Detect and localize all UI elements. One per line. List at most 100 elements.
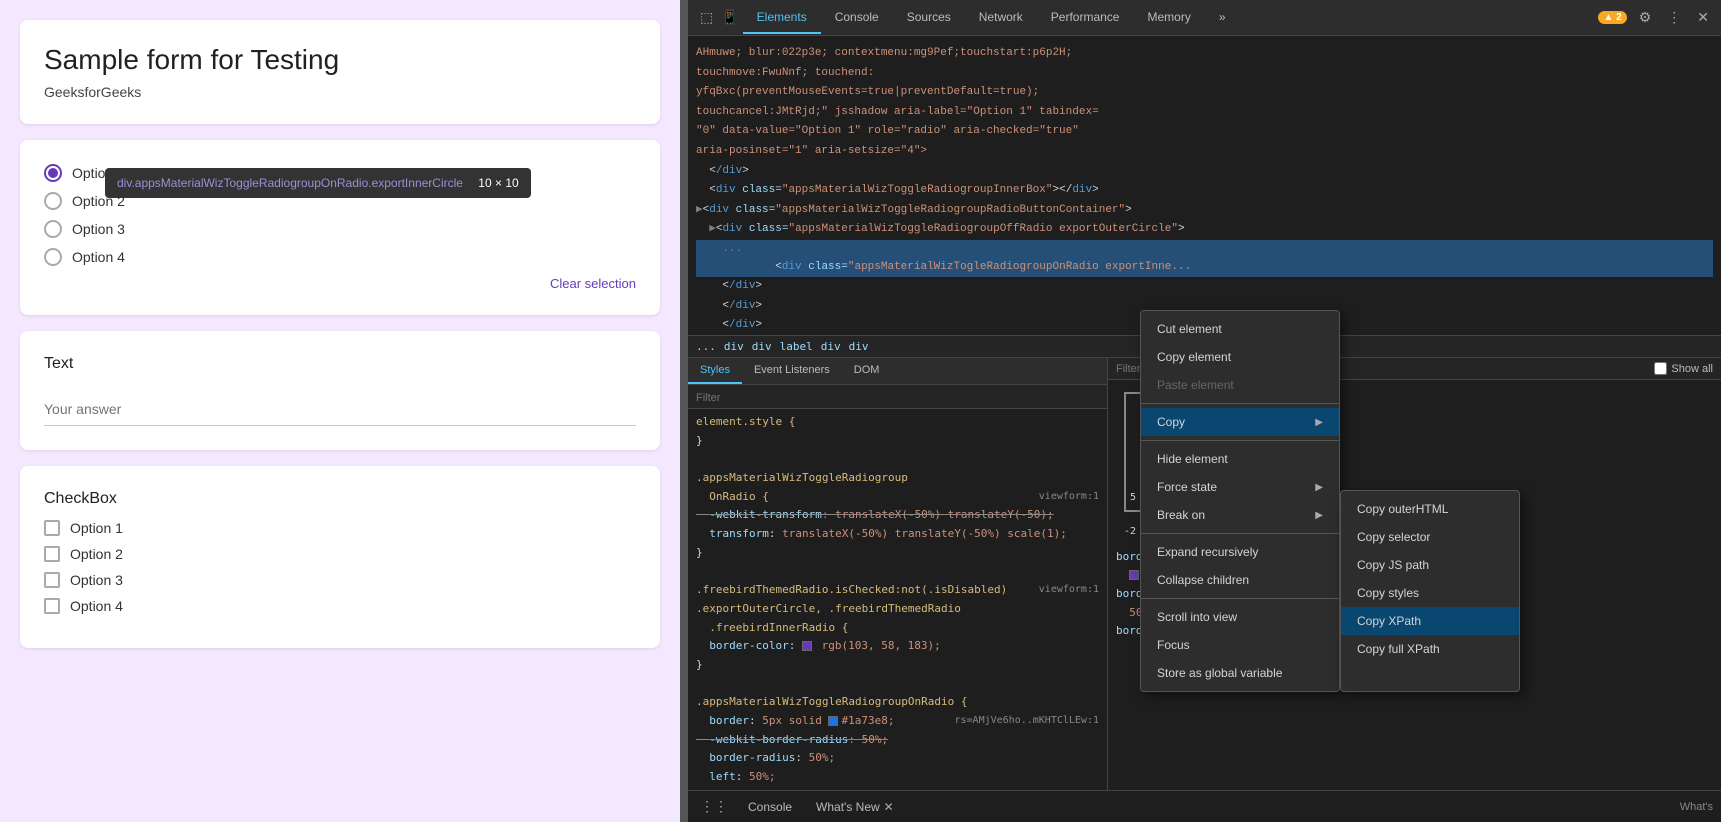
styles-tab-dom[interactable]: DOM bbox=[842, 358, 892, 384]
menu-copy-js-path[interactable]: Copy JS path bbox=[1341, 551, 1519, 579]
menu-copy-styles[interactable]: Copy styles bbox=[1341, 579, 1519, 607]
submenu-arrow-break: ▶ bbox=[1315, 510, 1323, 521]
color-swatch-prop bbox=[1129, 570, 1139, 580]
tab-memory[interactable]: Memory bbox=[1133, 2, 1204, 34]
html-line: yfqBxc(preventMouseEvents=true|preventDe… bbox=[696, 83, 1713, 103]
main-context-menu: Cut element Copy element Paste element C… bbox=[1140, 310, 1340, 692]
menu-copy[interactable]: Copy ▶ bbox=[1141, 408, 1339, 436]
menu-hide-element[interactable]: Hide element bbox=[1141, 445, 1339, 473]
breadcrumb-label[interactable]: label bbox=[780, 340, 813, 353]
breadcrumb-div-2[interactable]: div bbox=[752, 340, 772, 353]
checkbox-label-3: Option 3 bbox=[70, 572, 123, 588]
html-line: "0" data-value="Option 1" role="radio" a… bbox=[696, 122, 1713, 142]
checkbox-card: CheckBox Option 1 Option 2 Option 3 Opti… bbox=[20, 466, 660, 648]
css-source-link-2[interactable]: viewform:1 bbox=[1039, 581, 1099, 598]
checkbox-input-3[interactable] bbox=[44, 572, 60, 588]
checkbox-input-2[interactable] bbox=[44, 546, 60, 562]
radio-input-4[interactable] bbox=[44, 248, 62, 266]
menu-copy-xpath[interactable]: Copy XPath bbox=[1341, 607, 1519, 635]
more-icon[interactable]: ⋮ bbox=[1663, 7, 1685, 28]
styles-panel: Styles Event Listeners DOM element.style… bbox=[688, 358, 1108, 790]
close-devtools-icon[interactable]: ✕ bbox=[1693, 7, 1713, 28]
console-tab[interactable]: Console bbox=[740, 798, 800, 816]
tab-elements[interactable]: Elements bbox=[743, 2, 821, 34]
whats-new-tab[interactable]: What's New ✕ bbox=[808, 798, 902, 816]
radio-option-4[interactable]: Option 4 bbox=[44, 248, 636, 266]
context-menu-overlay: Cut element Copy element Paste element C… bbox=[1140, 310, 1520, 692]
checkbox-option-1[interactable]: Option 1 bbox=[44, 520, 636, 536]
breadcrumb-div-3[interactable]: div bbox=[821, 340, 841, 353]
radio-group-card: Option 1 Option 2 Option 3 Option 4 Clea… bbox=[20, 140, 660, 315]
console-grip-icon[interactable]: ⋮⋮ bbox=[696, 796, 732, 817]
device-icon[interactable]: 📱 bbox=[717, 7, 742, 28]
radio-input-2[interactable] bbox=[44, 192, 62, 210]
css-rule-struck-2: -webkit-border-radius: 50%; bbox=[696, 733, 888, 746]
checkbox-label-4: Option 4 bbox=[70, 598, 123, 614]
styles-filter-bar bbox=[688, 385, 1107, 409]
checkbox-option-3[interactable]: Option 3 bbox=[44, 572, 636, 588]
menu-copy-selector[interactable]: Copy selector bbox=[1341, 523, 1519, 551]
html-line-selected: ... <div class="appsMaterialWizTogleRadi… bbox=[696, 240, 1713, 277]
menu-focus[interactable]: Focus bbox=[1141, 631, 1339, 659]
menu-break-on[interactable]: Break on ▶ bbox=[1141, 501, 1339, 529]
tab-performance[interactable]: Performance bbox=[1037, 2, 1134, 34]
menu-cut-element[interactable]: Cut element bbox=[1141, 315, 1339, 343]
breadcrumb-div-4[interactable]: div bbox=[849, 340, 869, 353]
copy-context-submenu: Copy outerHTML Copy selector Copy JS pat… bbox=[1340, 490, 1520, 692]
clear-selection-button[interactable]: Clear selection bbox=[44, 276, 636, 291]
css-block-element: element.style { } bbox=[696, 413, 1099, 450]
menu-force-state[interactable]: Force state ▶ bbox=[1141, 473, 1339, 501]
css-selector: .appsMaterialWizToggleRadiogroup OnRadio… bbox=[696, 471, 908, 503]
menu-copy-outer-html[interactable]: Copy outerHTML bbox=[1341, 495, 1519, 523]
color-viz-val-2: 5 bbox=[1130, 489, 1136, 506]
menu-copy-element[interactable]: Copy element bbox=[1141, 343, 1339, 371]
css-source-link[interactable]: viewform:1 bbox=[1039, 488, 1099, 505]
css-selector: .freebirdThemedRadio.isChecked:not(.isDi… bbox=[696, 583, 1007, 596]
tab-console[interactable]: Console bbox=[821, 2, 893, 34]
html-line: touchcancel:JMtRjd;" jsshadow aria-label… bbox=[696, 103, 1713, 123]
radio-input-1[interactable] bbox=[44, 164, 62, 182]
radio-input-3[interactable] bbox=[44, 220, 62, 238]
menu-scroll-into-view[interactable]: Scroll into view bbox=[1141, 603, 1339, 631]
menu-sep-3 bbox=[1141, 533, 1339, 534]
menu-collapse-children[interactable]: Collapse children bbox=[1141, 566, 1339, 594]
checkbox-input-4[interactable] bbox=[44, 598, 60, 614]
breadcrumb-div-1[interactable]: div bbox=[724, 340, 744, 353]
element-tooltip: div.appsMaterialWizToggleRadiogroupOnRad… bbox=[105, 168, 531, 198]
radio-option-3[interactable]: Option 3 bbox=[44, 220, 636, 238]
panel-divider bbox=[680, 0, 688, 822]
breadcrumb-ellipsis[interactable]: ... bbox=[696, 340, 716, 353]
tab-sources[interactable]: Sources bbox=[893, 2, 965, 34]
whats-new-label: What's New bbox=[816, 800, 880, 814]
html-line: touchmove:FwuNnf; touchend: bbox=[696, 64, 1713, 84]
css-source-link-3[interactable]: rs=AMjVe6ho..mKHTClLEw:1 bbox=[955, 712, 1100, 729]
settings-icon[interactable]: ⚙ bbox=[1635, 7, 1656, 28]
css-block-themed: .freebirdThemedRadio.isChecked:not(.isDi… bbox=[696, 581, 1099, 674]
html-line: <div class="appsMaterialWizToggleRadiogr… bbox=[696, 181, 1713, 201]
html-line: aria-posinset="1" aria-setsize="4"> bbox=[696, 142, 1713, 162]
whats-new-close[interactable]: ✕ bbox=[884, 800, 894, 814]
menu-copy-full-xpath[interactable]: Copy full XPath bbox=[1341, 635, 1519, 663]
html-line: </div> bbox=[696, 162, 1713, 182]
show-all-checkbox[interactable] bbox=[1654, 362, 1667, 375]
text-answer-input[interactable] bbox=[44, 393, 636, 426]
css-block-on-radio: .appsMaterialWizToggleRadiogroupOnRadio … bbox=[696, 693, 1099, 790]
menu-store-global[interactable]: Store as global variable bbox=[1141, 659, 1339, 687]
checkbox-input-1[interactable] bbox=[44, 520, 60, 536]
styles-tab-event-listeners[interactable]: Event Listeners bbox=[742, 358, 842, 384]
inspect-icon[interactable]: ⬚ bbox=[696, 7, 717, 28]
checkbox-title: CheckBox bbox=[44, 490, 636, 508]
tab-network[interactable]: Network bbox=[965, 2, 1037, 34]
html-panel[interactable]: AHmuwe; blur:022p3e; contextmenu:mg9Pef;… bbox=[688, 36, 1721, 336]
tab-more[interactable]: » bbox=[1205, 2, 1240, 34]
tooltip-size: 10 × 10 bbox=[478, 176, 518, 190]
menu-expand-recursively[interactable]: Expand recursively bbox=[1141, 538, 1339, 566]
color-swatch-purple bbox=[802, 641, 812, 651]
radio-label-3: Option 3 bbox=[72, 221, 125, 237]
menu-sep-2 bbox=[1141, 440, 1339, 441]
styles-tab-styles[interactable]: Styles bbox=[688, 358, 742, 384]
checkbox-option-4[interactable]: Option 4 bbox=[44, 598, 636, 614]
menu-sep-1 bbox=[1141, 403, 1339, 404]
checkbox-option-2[interactable]: Option 2 bbox=[44, 546, 636, 562]
styles-filter-input[interactable] bbox=[696, 392, 1099, 404]
